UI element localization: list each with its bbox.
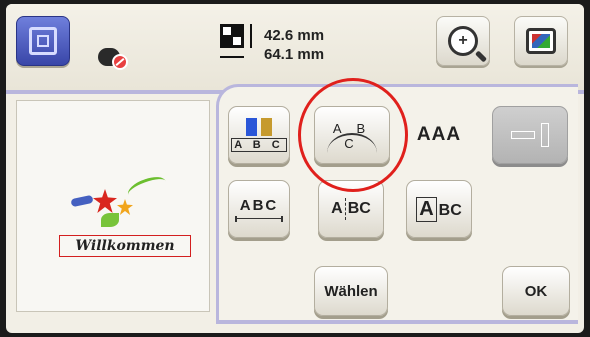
character-spacing-icon: A BC [331, 198, 371, 220]
dimensions-icon [220, 24, 256, 68]
design-preview: Willkommen [16, 100, 210, 312]
zoom-button[interactable]: + [436, 16, 490, 66]
design-size: 42.6 mm 64.1 mm [264, 26, 324, 64]
frame-center-icon [29, 27, 57, 55]
character-spacing-button[interactable]: A BC [318, 180, 384, 238]
ok-button[interactable]: OK [502, 266, 570, 316]
flower-motif [70, 172, 181, 231]
text-width-icon: ABC [235, 197, 283, 222]
zoom-in-icon: + [448, 26, 478, 56]
arc-text-button[interactable]: A B C [314, 106, 390, 164]
select-button[interactable]: Wählen [314, 266, 388, 316]
text-layout-icon [511, 123, 549, 147]
character-size-icon: A BC [416, 196, 462, 222]
hoop-frame-button[interactable] [16, 16, 70, 66]
embroidery-screen: 42.6 mm 64.1 mm + Willkommen A B C A B C [6, 4, 584, 333]
design-text: Willkommen [75, 238, 175, 254]
thread-colors-icon: A B C [231, 118, 287, 152]
text-selection-box: Willkommen [59, 235, 191, 257]
layout-button[interactable] [492, 106, 568, 164]
arc-text-icon: A B C [323, 115, 381, 155]
thread-color-button[interactable]: A B C [228, 106, 290, 164]
width-button[interactable]: ABC [228, 180, 290, 238]
thread-disabled-icon [96, 46, 136, 72]
width-value: 42.6 mm [264, 27, 325, 44]
font-style-icon: AAA [416, 124, 462, 145]
character-size-button[interactable]: A BC [406, 180, 472, 238]
hoop-view-button[interactable] [514, 16, 568, 66]
embroidery-hoop-icon [526, 28, 556, 54]
height-value: 64.1 mm [264, 46, 325, 63]
font-button[interactable]: AAA [404, 106, 474, 164]
